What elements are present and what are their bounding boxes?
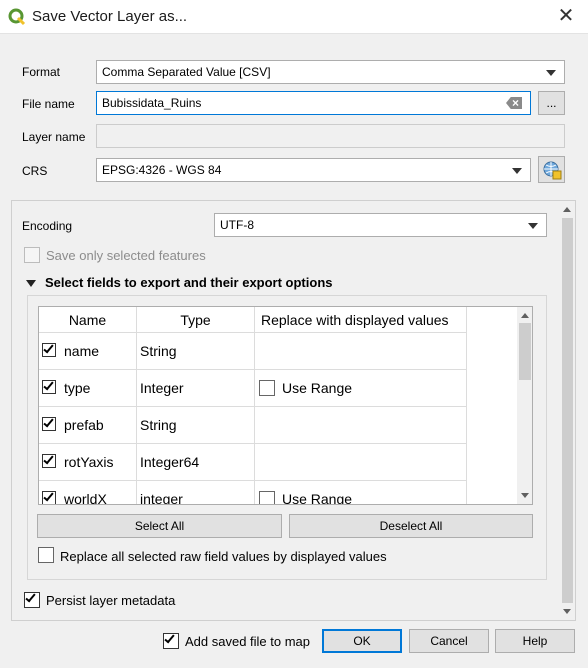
encoding-label: Encoding — [22, 219, 73, 233]
persist-metadata-checkbox[interactable] — [24, 591, 40, 608]
header-name[interactable]: Name — [39, 307, 137, 333]
layername-label: Layer name — [22, 130, 86, 144]
format-label: Format — [22, 65, 61, 79]
deselect-all-button[interactable]: Deselect All — [289, 514, 533, 538]
use-range-label: Use Range — [282, 491, 353, 505]
replace-cell — [255, 333, 467, 370]
cancel-button[interactable]: Cancel — [409, 629, 489, 653]
scroll-up-icon[interactable] — [521, 313, 529, 318]
encoding-value: UTF-8 — [220, 218, 254, 232]
format-value: Comma Separated Value [CSV] — [102, 65, 271, 79]
collapse-triangle-icon[interactable] — [26, 280, 36, 287]
crs-value: EPSG:4326 - WGS 84 — [102, 163, 222, 177]
fields-table: Name Type Replace with displayed values … — [38, 306, 533, 505]
table-row[interactable]: rotYaxis — [39, 444, 137, 481]
scroll-up-icon[interactable] — [563, 207, 571, 212]
field-name: worldX — [64, 491, 107, 505]
replace-cell — [255, 407, 467, 444]
type-cell: String — [137, 407, 255, 444]
row-checkbox[interactable] — [42, 416, 56, 431]
table-row[interactable]: worldX — [39, 481, 137, 505]
title-bar: Save Vector Layer as... ✕ — [0, 0, 588, 34]
scrollbar-thumb[interactable] — [519, 323, 531, 380]
replace-cell — [255, 444, 467, 481]
row-checkbox[interactable] — [42, 453, 56, 468]
save-selected-checkbox — [24, 247, 40, 263]
chevron-down-icon — [528, 223, 538, 229]
header-replace[interactable]: Replace with displayed values — [255, 307, 467, 333]
use-range-label: Use Range — [282, 380, 353, 396]
close-icon[interactable]: ✕ — [552, 6, 580, 28]
replace-all-checkbox[interactable] — [38, 547, 54, 563]
field-name: rotYaxis — [64, 454, 114, 470]
crs-combo[interactable]: EPSG:4326 - WGS 84 — [96, 158, 531, 182]
fields-section-title[interactable]: Select fields to export and their export… — [45, 275, 333, 290]
add-to-map-checkbox[interactable] — [163, 632, 179, 649]
table-row[interactable]: prefab — [39, 407, 137, 444]
crs-globe-icon — [543, 161, 562, 180]
scroll-down-icon[interactable] — [521, 493, 529, 498]
row-checkbox[interactable] — [42, 342, 56, 357]
ok-button[interactable]: OK — [322, 629, 402, 653]
layername-input — [96, 124, 565, 148]
scrollbar-thumb[interactable] — [562, 218, 573, 603]
type-cell: Integer64 — [137, 444, 255, 481]
window-title: Save Vector Layer as... — [32, 8, 188, 25]
field-name: type — [64, 380, 91, 396]
field-type: Integer — [140, 380, 184, 396]
persist-metadata-label: Persist layer metadata — [46, 593, 176, 608]
filename-label: File name — [22, 97, 75, 111]
row-checkbox[interactable] — [42, 379, 56, 394]
use-range-checkbox[interactable] — [259, 380, 275, 396]
use-range-checkbox[interactable] — [259, 491, 275, 504]
select-all-button[interactable]: Select All — [37, 514, 282, 538]
row-checkbox[interactable] — [42, 490, 56, 504]
format-combo[interactable]: Comma Separated Value [CSV] — [96, 60, 565, 84]
encoding-combo[interactable]: UTF-8 — [214, 213, 547, 237]
field-type: String — [140, 417, 177, 433]
field-type: String — [140, 343, 177, 359]
chevron-down-icon — [512, 168, 522, 174]
crs-select-button[interactable] — [538, 156, 565, 183]
field-type: Integer64 — [140, 454, 200, 470]
save-selected-label: Save only selected features — [46, 248, 206, 263]
scroll-down-icon[interactable] — [563, 609, 571, 614]
table-scrollbar[interactable] — [517, 307, 532, 504]
replace-cell: Use Range — [255, 481, 467, 505]
filename-input[interactable]: Bubissidata_Ruins — [96, 91, 531, 115]
options-scrollbar[interactable] — [560, 201, 575, 620]
add-to-map-label: Add saved file to map — [185, 634, 311, 649]
table-row[interactable]: type — [39, 370, 137, 407]
type-cell: integer — [137, 481, 255, 505]
replace-all-label: Replace all selected raw field values by… — [60, 549, 387, 564]
chevron-down-icon — [546, 70, 556, 76]
filename-value: Bubissidata_Ruins — [102, 96, 202, 110]
field-name: name — [64, 343, 100, 359]
header-type[interactable]: Type — [137, 307, 255, 333]
table-row[interactable]: name — [39, 333, 137, 370]
field-name: prefab — [64, 417, 104, 433]
type-cell: Integer — [137, 370, 255, 407]
qgis-logo-icon — [8, 8, 26, 26]
help-button[interactable]: Help — [495, 629, 575, 653]
browse-button[interactable]: ... — [538, 91, 565, 115]
field-type: integer — [140, 491, 183, 505]
type-cell: String — [137, 333, 255, 370]
clear-icon[interactable] — [506, 97, 522, 109]
crs-label: CRS — [22, 164, 48, 178]
replace-cell: Use Range — [255, 370, 467, 407]
